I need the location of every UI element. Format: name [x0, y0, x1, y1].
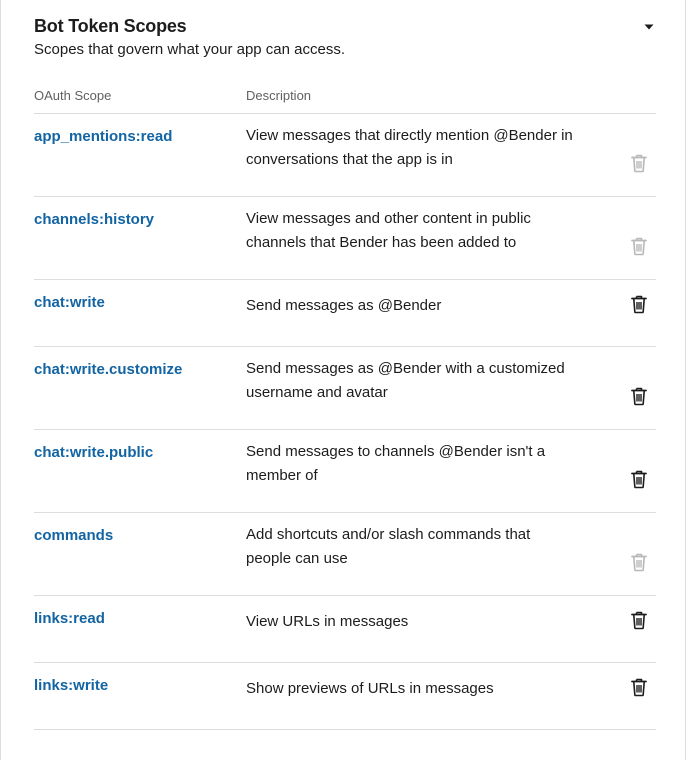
- scope-description: View URLs in messages: [246, 613, 409, 630]
- column-header-scope: OAuth Scope: [34, 88, 112, 103]
- scope-description: View messages and other content in publi…: [246, 210, 531, 251]
- trash-icon: [631, 295, 647, 314]
- table-row: links:write Show previews of URLs in mess…: [34, 663, 656, 730]
- scope-link[interactable]: channels:history: [34, 210, 154, 230]
- trash-icon: [631, 387, 647, 406]
- scope-link[interactable]: app_mentions:read: [34, 127, 172, 147]
- trash-icon: [631, 154, 647, 173]
- trash-icon: [631, 678, 647, 697]
- section-header: Bot Token Scopes Scopes that govern what…: [34, 14, 656, 61]
- scope-description: Send messages to channels @Bender isn't …: [246, 443, 546, 484]
- delete-scope-button[interactable]: [630, 677, 648, 697]
- scopes-table: OAuth Scope Description app_mentions:rea…: [34, 80, 656, 730]
- delete-scope-button[interactable]: [630, 294, 648, 314]
- table-row: app_mentions:read View messages that dire…: [34, 114, 656, 197]
- bot-token-scopes-panel: Bot Token Scopes Scopes that govern what…: [0, 0, 686, 760]
- trash-icon: [631, 470, 647, 489]
- scope-link[interactable]: commands: [34, 526, 113, 546]
- delete-scope-button[interactable]: [630, 469, 648, 489]
- scope-link[interactable]: chat:write.public: [34, 443, 153, 463]
- scope-description: Send messages as @Bender with a customiz…: [246, 360, 565, 401]
- table-row: commands Add shortcuts and/or slash comma…: [34, 513, 656, 596]
- scope-link[interactable]: chat:write.customize: [34, 360, 182, 380]
- table-row: chat:write.customize Send messages as @Be…: [34, 347, 656, 430]
- column-header-description: Description: [246, 88, 312, 103]
- scope-description: Add shortcuts and/or slash commands that…: [246, 526, 531, 567]
- delete-scope-button: [630, 552, 648, 572]
- scope-link[interactable]: links:write: [34, 676, 108, 696]
- delete-scope-button[interactable]: [630, 610, 648, 630]
- collapse-toggle[interactable]: [642, 20, 656, 34]
- table-row: links:read View URLs in messages: [34, 596, 656, 663]
- table-row: chat:write Send messages as @Bender: [34, 280, 656, 347]
- delete-scope-button[interactable]: [630, 386, 648, 406]
- delete-scope-button: [630, 236, 648, 256]
- trash-icon: [631, 553, 647, 572]
- trash-icon: [631, 237, 647, 256]
- scope-description: Show previews of URLs in messages: [246, 680, 494, 697]
- caret-down-icon: [644, 24, 654, 30]
- trash-icon: [631, 611, 647, 630]
- scope-description: Send messages as @Bender: [246, 297, 442, 314]
- delete-scope-button: [630, 153, 648, 173]
- table-header: OAuth Scope Description: [34, 80, 656, 114]
- section-title: Bot Token Scopes: [34, 16, 187, 36]
- table-row: channels:history View messages and other …: [34, 197, 656, 280]
- scope-link[interactable]: chat:write: [34, 293, 105, 313]
- scope-link[interactable]: links:read: [34, 609, 105, 629]
- scope-description: View messages that directly mention @Ben…: [246, 127, 573, 168]
- table-body: app_mentions:read View messages that dire…: [34, 114, 656, 730]
- table-row: chat:write.public Send messages to channe…: [34, 430, 656, 513]
- section-subtitle: Scopes that govern what your app can acc…: [34, 41, 346, 58]
